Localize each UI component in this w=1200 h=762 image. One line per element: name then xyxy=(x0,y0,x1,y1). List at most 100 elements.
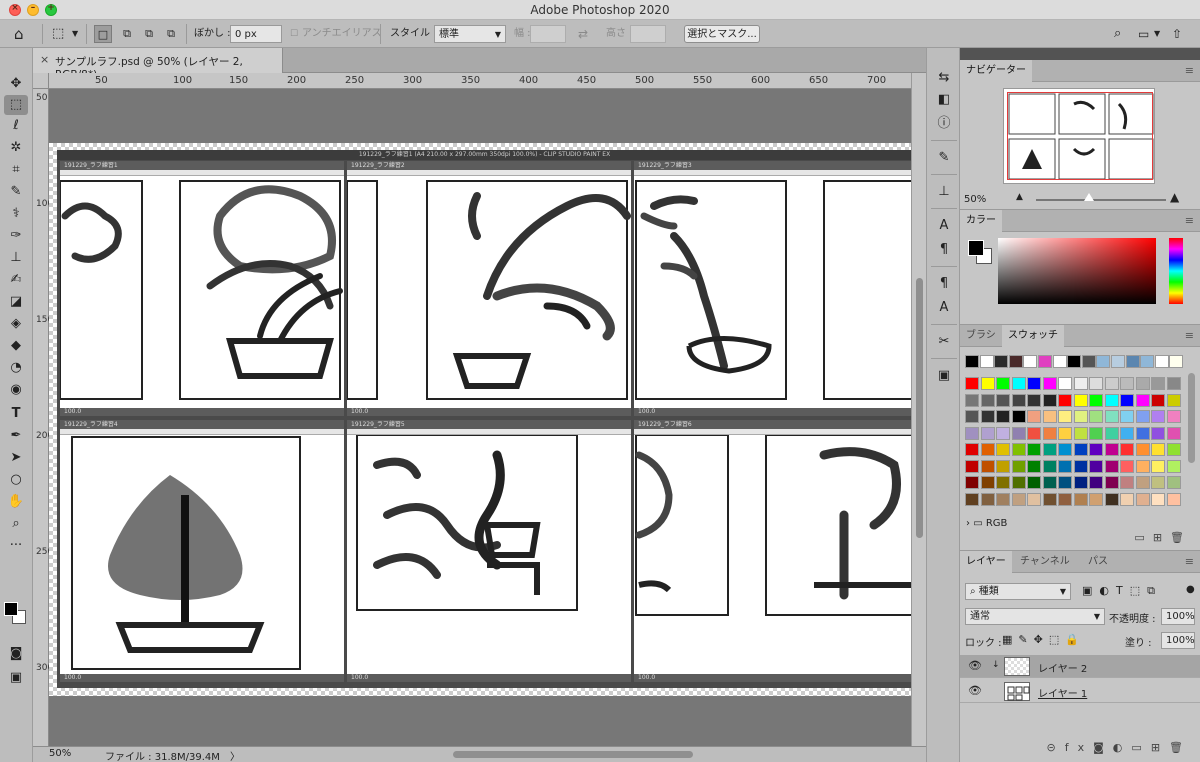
swatch[interactable] xyxy=(1023,355,1038,368)
chevron-down-icon[interactable]: ▼ xyxy=(72,25,78,43)
magic-wand-icon[interactable]: ✲ xyxy=(4,138,28,158)
history-icon[interactable]: ⇆ xyxy=(932,68,956,88)
foreground-color-swatch[interactable] xyxy=(968,240,984,256)
swatch[interactable] xyxy=(996,476,1010,489)
swatch[interactable] xyxy=(1166,492,1181,506)
swatch[interactable] xyxy=(1073,393,1088,407)
swatch[interactable] xyxy=(1111,355,1125,368)
panel-menu-icon[interactable]: ≡ xyxy=(1185,555,1194,568)
trash-icon[interactable]: 🗑 xyxy=(1170,531,1192,544)
swatch[interactable] xyxy=(1104,492,1119,506)
marquee-preset-icon[interactable]: ⬚ xyxy=(52,25,64,43)
swatch[interactable] xyxy=(1135,476,1150,489)
workspace-icon[interactable]: ▭ xyxy=(1138,25,1149,43)
swatch[interactable] xyxy=(980,476,995,489)
swatch[interactable] xyxy=(1027,443,1041,456)
swatch[interactable] xyxy=(1073,476,1088,489)
layer-row[interactable]: 👁 レイヤー 1 xyxy=(960,680,1200,703)
swatch[interactable] xyxy=(1011,443,1026,456)
screen-mode-icon[interactable]: ▣ xyxy=(4,668,28,688)
filter-toggle-icon[interactable]: ● xyxy=(1186,584,1195,595)
clone-source-icon[interactable]: ⊥ xyxy=(932,182,956,202)
swatch[interactable] xyxy=(979,355,994,368)
link-icon[interactable]: ⊝ xyxy=(1047,741,1065,754)
swatch[interactable] xyxy=(1058,459,1072,473)
tab-paths[interactable]: パス xyxy=(1082,551,1114,573)
swatch[interactable] xyxy=(1011,426,1026,440)
new-layer-icon[interactable]: ⊞ xyxy=(1151,741,1169,754)
swatch[interactable] xyxy=(1104,443,1119,456)
layer-name[interactable]: レイヤー 1 xyxy=(1038,685,1087,700)
paragraph-style-icon[interactable]: ¶ xyxy=(932,274,956,294)
swatch[interactable] xyxy=(1135,459,1150,473)
paragraph-icon[interactable]: ¶ xyxy=(932,240,956,260)
swatch[interactable] xyxy=(1073,492,1088,506)
zoom-in-icon[interactable]: ▲ xyxy=(1170,190,1179,204)
swatch[interactable] xyxy=(1042,492,1057,506)
swatch[interactable] xyxy=(980,426,995,440)
trash-icon[interactable]: 🗑 xyxy=(1169,741,1192,754)
history-brush-icon[interactable]: ✍ xyxy=(4,270,28,290)
swatch-folder[interactable]: › ▭ RGB xyxy=(966,518,1007,529)
navigator-zoom-knob[interactable] xyxy=(1084,193,1094,201)
swatch[interactable] xyxy=(965,492,979,506)
adjustment-filter-icon[interactable]: ◐ xyxy=(1099,584,1116,597)
swatch[interactable] xyxy=(1042,443,1057,456)
swatch[interactable] xyxy=(1125,355,1140,368)
navigator-view-box[interactable] xyxy=(1007,92,1153,180)
swatch[interactable] xyxy=(1120,459,1134,473)
swatch[interactable] xyxy=(1011,459,1026,473)
swatch[interactable] xyxy=(1089,443,1103,456)
info-icon[interactable]: ⓘ xyxy=(932,114,956,134)
swatch[interactable] xyxy=(1120,476,1134,489)
blur-icon[interactable]: ◆ xyxy=(4,336,28,356)
dodge-icon[interactable]: ◔ xyxy=(4,358,28,378)
swatch[interactable] xyxy=(996,377,1010,390)
swatch[interactable] xyxy=(1042,377,1057,390)
swatch[interactable] xyxy=(996,492,1010,506)
share-icon[interactable]: ⇧ xyxy=(1172,25,1182,43)
tab-channels[interactable]: チャンネル xyxy=(1014,551,1076,573)
panel-menu-icon[interactable]: ≡ xyxy=(1185,64,1194,77)
select-and-mask-button[interactable]: 選択とマスク... xyxy=(684,25,760,43)
horizontal-ruler[interactable]: 50 100 150 200 250 300 350 400 450 500 5… xyxy=(49,73,911,89)
swatch[interactable] xyxy=(1096,355,1111,368)
character-style-icon[interactable]: A xyxy=(932,298,956,318)
swatch[interactable] xyxy=(965,377,979,390)
swatch[interactable] xyxy=(1151,377,1165,390)
swatch[interactable] xyxy=(965,459,979,473)
swatch[interactable] xyxy=(980,459,995,473)
swatch[interactable] xyxy=(1073,410,1088,423)
swatch[interactable] xyxy=(1011,476,1026,489)
swatch[interactable] xyxy=(996,426,1010,440)
swatch[interactable] xyxy=(1042,410,1057,423)
navigator-zoom[interactable]: 50% xyxy=(964,194,986,205)
swatch[interactable] xyxy=(1151,476,1165,489)
style-select[interactable]: 標準 ▼ xyxy=(434,25,506,43)
lock-all-icon[interactable]: 🔒 xyxy=(1065,633,1085,646)
swatch[interactable] xyxy=(1011,492,1026,506)
swatch[interactable] xyxy=(1104,377,1119,390)
lock-pixels-icon[interactable]: ✎ xyxy=(1018,633,1033,646)
antialias-checkbox[interactable]: ☐ xyxy=(290,25,298,43)
swatch[interactable] xyxy=(1089,492,1103,506)
swatch[interactable] xyxy=(980,492,995,506)
swatch[interactable] xyxy=(1104,426,1119,440)
swatch[interactable] xyxy=(965,410,979,423)
width-input[interactable] xyxy=(530,25,566,43)
canvas-area[interactable]: 191229_ラフ練習1 (A4 210.00 x 297.00mm 350dp… xyxy=(49,89,911,746)
swatch[interactable] xyxy=(1058,476,1072,489)
tab-brush[interactable]: ブラシ xyxy=(960,325,1002,347)
swatch[interactable] xyxy=(1058,443,1072,456)
swatch[interactable] xyxy=(1058,377,1072,390)
swatch[interactable] xyxy=(1120,393,1134,407)
swatch[interactable] xyxy=(1135,492,1150,506)
mask-icon[interactable]: ◙ xyxy=(1093,741,1113,754)
new-selection-icon[interactable]: □ xyxy=(94,25,112,43)
add-selection-icon[interactable]: ⧉ xyxy=(118,25,136,43)
swatch[interactable] xyxy=(1135,443,1150,456)
hue-slider[interactable] xyxy=(1169,238,1183,304)
search-icon[interactable]: ⌕ xyxy=(1114,25,1121,43)
type-tool-icon[interactable]: T xyxy=(4,404,28,424)
swatch[interactable] xyxy=(1042,426,1057,440)
